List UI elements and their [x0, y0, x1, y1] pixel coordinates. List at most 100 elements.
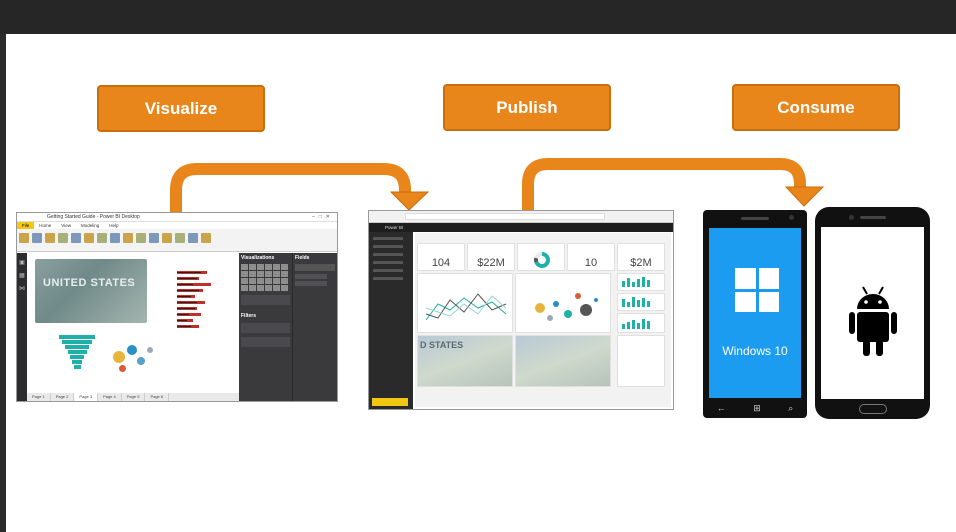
tile-value: 10: [584, 257, 598, 269]
step-publish: Publish: [443, 84, 611, 131]
map-tile: [515, 335, 611, 387]
dashboard-tile: $22M: [467, 243, 515, 271]
column-chart-tile: [617, 273, 665, 291]
service-app-name: Power BI: [385, 225, 404, 230]
field-table: [295, 281, 327, 286]
page-tab: Page 1: [27, 393, 51, 401]
search-icon: ⌕: [788, 403, 794, 413]
windows-phone: Windows 10 ← ⊞ ⌕: [703, 210, 807, 418]
dashboard-tile: [617, 335, 665, 387]
visual-well: [241, 295, 290, 305]
service-app-bar: Power BI: [369, 223, 673, 232]
windows-version-label: Windows 10: [722, 344, 788, 358]
step-consume-label: Consume: [777, 97, 855, 117]
browser-chrome: [369, 211, 673, 223]
windows-phone-screen: Windows 10: [709, 228, 801, 398]
report-canvas: UNITED STATES Page 1 Page 2 Page 3 Page …: [27, 253, 239, 401]
recent-sources-icon: [45, 233, 55, 243]
map-label: UNITED STATES: [43, 277, 136, 289]
back-icon: ←: [716, 403, 726, 413]
dashboard-tile: $2M: [617, 243, 665, 271]
donut-chart: [534, 252, 550, 268]
desktop-view-switcher: ▣ ▦ ⋈: [17, 253, 27, 401]
text-box-icon: [123, 233, 133, 243]
scatter-chart: [535, 293, 598, 321]
tile-value: 104: [431, 257, 451, 269]
top-bar: [0, 0, 956, 34]
home-button: [859, 404, 887, 414]
dashboard: 104 $22M 10 $2M D STATES: [415, 233, 671, 407]
map-tile: D STATES: [417, 335, 513, 387]
windows-logo-icon: [735, 268, 779, 312]
data-view-icon: ▦: [19, 273, 25, 279]
get-data-button: [372, 398, 408, 406]
tile-value: $22M: [477, 257, 505, 269]
page-tab: Page 4: [98, 393, 122, 401]
step-visualize: Visualize: [97, 85, 265, 132]
visual-gallery: [241, 264, 290, 291]
page-tab: Page 6: [145, 393, 170, 401]
tile-value: $2M: [630, 257, 652, 269]
filter-well: [241, 323, 290, 333]
get-data-icon: [32, 233, 42, 243]
tab-help: Help: [109, 223, 119, 228]
new-page-icon: [97, 233, 107, 243]
paste-icon: [19, 233, 29, 243]
android-robot-icon: [849, 286, 897, 356]
field-table: [295, 274, 327, 279]
bar-chart-visual: [167, 271, 227, 331]
enter-data-icon: [58, 233, 68, 243]
tab-file: File: [17, 222, 35, 229]
phone-camera: [789, 215, 794, 220]
fields-header: Fields: [295, 255, 310, 261]
visualizations-pane: Visualizations Filters: [239, 253, 293, 401]
fields-pane: Fields: [293, 253, 337, 401]
page-tab: Page 2: [51, 393, 75, 401]
relationships-icon: [175, 233, 185, 243]
service-nav-pane: [369, 232, 413, 409]
relationship-view-icon: ⋈: [19, 286, 25, 292]
page-tabs: Page 1 Page 2 Page 3 Page 4 Page 5 Page …: [27, 393, 239, 401]
map-visual: UNITED STATES: [35, 259, 147, 323]
step-consume: Consume: [732, 84, 900, 131]
tab-modeling: Modeling: [80, 223, 100, 228]
funnel-visual: [57, 335, 97, 370]
image-icon: [136, 233, 146, 243]
scatter-visual: [107, 337, 167, 377]
phone-hardware-keys: ← ⊞ ⌕: [703, 403, 807, 414]
android-phone: [815, 207, 930, 419]
dashboard-tile: 10: [567, 243, 615, 271]
fields-search-input: [295, 264, 335, 271]
line-chart: [425, 293, 507, 321]
refresh-icon: [84, 233, 94, 243]
column-chart-tile: [617, 313, 665, 333]
map-label: D STATES: [420, 340, 464, 350]
report-view-icon: ▣: [19, 260, 25, 266]
start-icon: ⊞: [753, 403, 761, 413]
desktop-title-bar: Getting Started Guide - Power BI Desktop…: [17, 213, 337, 222]
address-bar: [405, 213, 605, 220]
dashboard-tile-donut: [517, 243, 565, 271]
line-chart-tile: [417, 273, 513, 333]
phone-speaker: [741, 217, 769, 220]
new-measure-icon: [188, 233, 198, 243]
desktop-title: Getting Started Guide - Power BI Desktop: [47, 214, 140, 220]
page-tab-current: Page 3: [74, 393, 99, 401]
phone-camera: [849, 215, 854, 220]
arrange-icon: [162, 233, 172, 243]
tab-view: View: [61, 223, 71, 228]
power-bi-desktop-screenshot: Getting Started Guide - Power BI Desktop…: [16, 212, 338, 402]
filters-header: Filters: [241, 313, 257, 319]
column-chart-tile: [617, 293, 665, 311]
phone-speaker: [860, 216, 886, 219]
desktop-ribbon-tabs: File Home View Modeling Help: [17, 222, 337, 229]
tab-home: Home: [39, 223, 52, 228]
publish-icon: [201, 233, 211, 243]
shapes-icon: [149, 233, 159, 243]
step-visualize-label: Visualize: [144, 98, 218, 118]
new-visual-icon: [110, 233, 120, 243]
power-bi-service-screenshot: Power BI 104 $22M 10 $2M D STATES: [368, 210, 674, 410]
android-phone-screen: [821, 227, 924, 399]
edit-queries-icon: [71, 233, 81, 243]
filter-well: [241, 337, 290, 347]
